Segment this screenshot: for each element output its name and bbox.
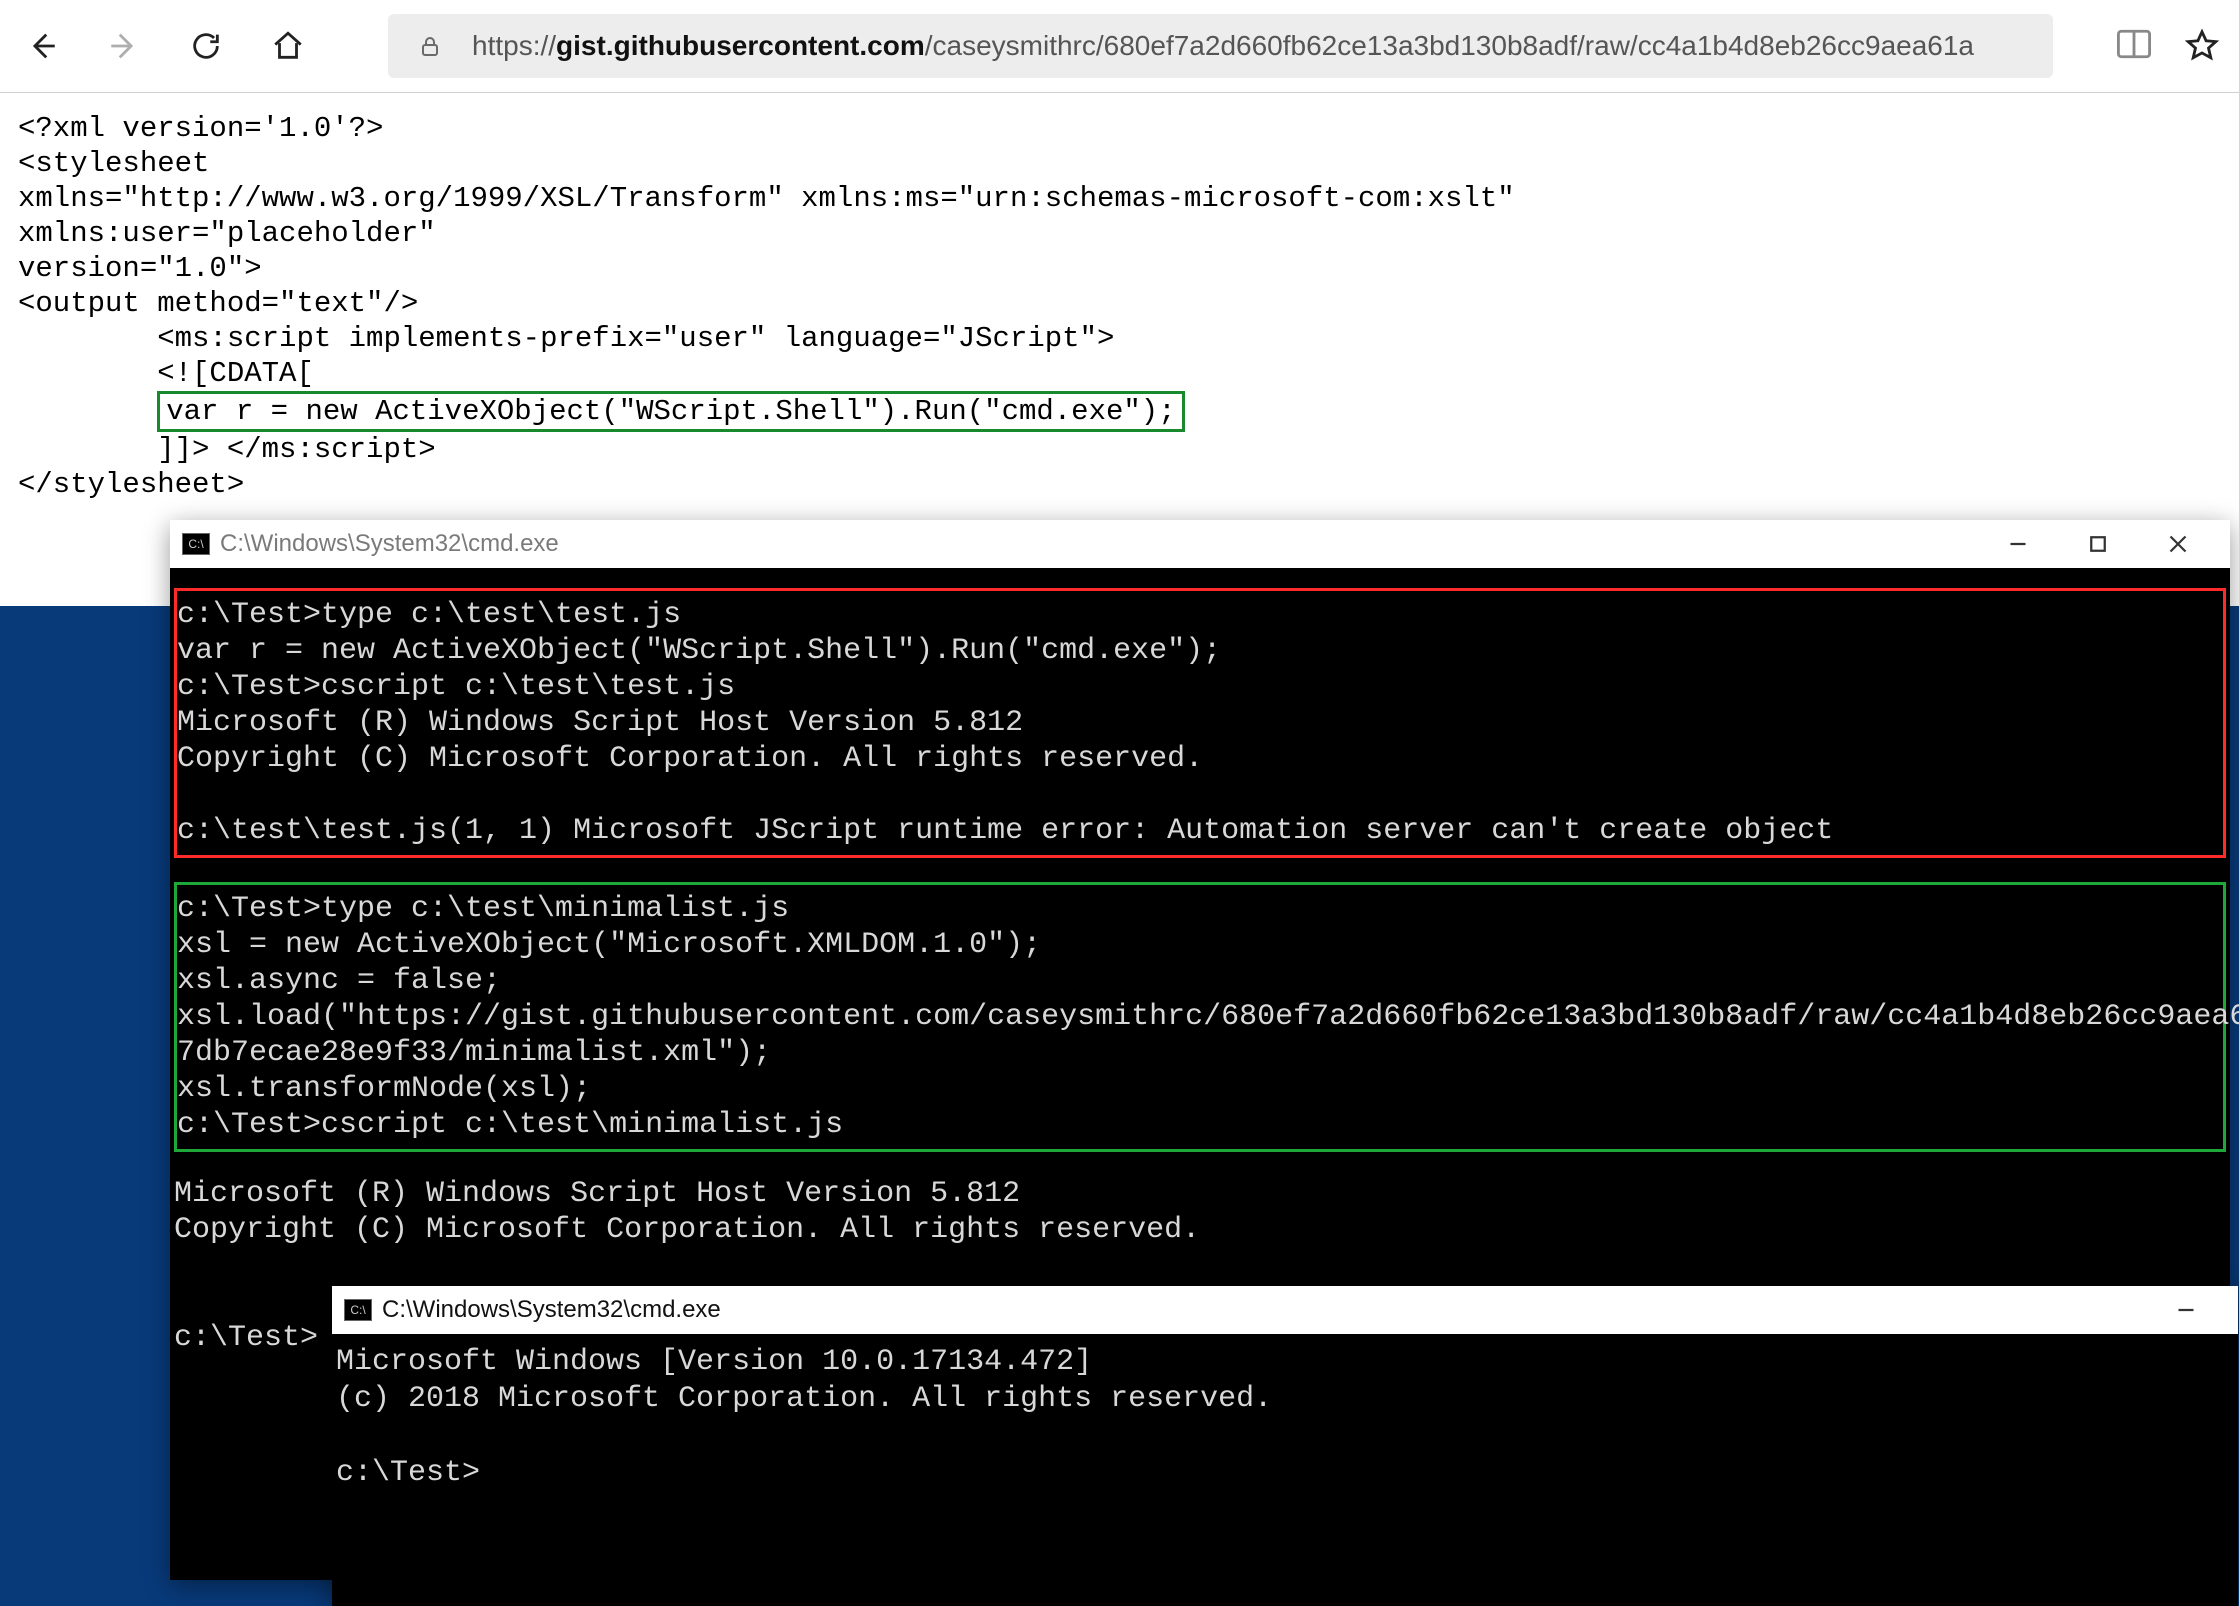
lock-icon bbox=[418, 32, 442, 60]
cmd1-titlebar[interactable]: C:\ C:\Windows\System32\cmd.exe bbox=[170, 520, 2230, 568]
cmd2-terminal[interactable]: Microsoft Windows [Version 10.0.17134.47… bbox=[332, 1334, 2238, 1492]
cmd-window-2: C:\ C:\Windows\System32\cmd.exe Microsof… bbox=[332, 1286, 2238, 1606]
cmd-icon: C:\ bbox=[182, 533, 210, 555]
minimize-button[interactable] bbox=[1978, 520, 2058, 568]
favorite-icon[interactable] bbox=[2185, 29, 2219, 63]
page-content: <?xml version='1.0'?> <stylesheet xmlns=… bbox=[0, 93, 2239, 520]
highlighted-script-line: var r = new ActiveXObject("WScript.Shell… bbox=[157, 391, 1184, 432]
minimize-button[interactable] bbox=[2146, 1286, 2226, 1334]
home-icon bbox=[271, 29, 305, 63]
red-highlight-box: c:\Test>type c:\test\test.js var r = new… bbox=[174, 588, 2226, 858]
url-text: https://gist.githubusercontent.com/casey… bbox=[472, 30, 2023, 62]
home-button[interactable] bbox=[266, 24, 310, 68]
refresh-button[interactable] bbox=[184, 24, 228, 68]
close-button[interactable] bbox=[2138, 520, 2218, 568]
url-field[interactable]: https://gist.githubusercontent.com/casey… bbox=[388, 14, 2053, 78]
arrow-right-icon bbox=[107, 29, 141, 63]
reading-view-icon[interactable] bbox=[2117, 29, 2151, 63]
maximize-button[interactable] bbox=[2058, 520, 2138, 568]
cmd2-title: C:\Windows\System32\cmd.exe bbox=[382, 1296, 2146, 1324]
cmd1-terminal[interactable]: c:\Test>type c:\test\test.js var r = new… bbox=[170, 568, 2230, 1356]
forward-button[interactable] bbox=[102, 24, 146, 68]
browser-window: https://gist.githubusercontent.com/casey… bbox=[0, 0, 2239, 606]
cmd-icon: C:\ bbox=[344, 1299, 372, 1321]
address-bar: https://gist.githubusercontent.com/casey… bbox=[0, 0, 2239, 93]
cmd1-title: C:\Windows\System32\cmd.exe bbox=[220, 530, 1978, 558]
cmd2-titlebar[interactable]: C:\ C:\Windows\System32\cmd.exe bbox=[332, 1286, 2238, 1334]
arrow-left-icon bbox=[25, 29, 59, 63]
back-button[interactable] bbox=[20, 24, 64, 68]
toolbar-right bbox=[2117, 29, 2219, 63]
refresh-icon bbox=[189, 29, 223, 63]
green-highlight-box: c:\Test>type c:\test\minimalist.js xsl =… bbox=[174, 882, 2226, 1152]
